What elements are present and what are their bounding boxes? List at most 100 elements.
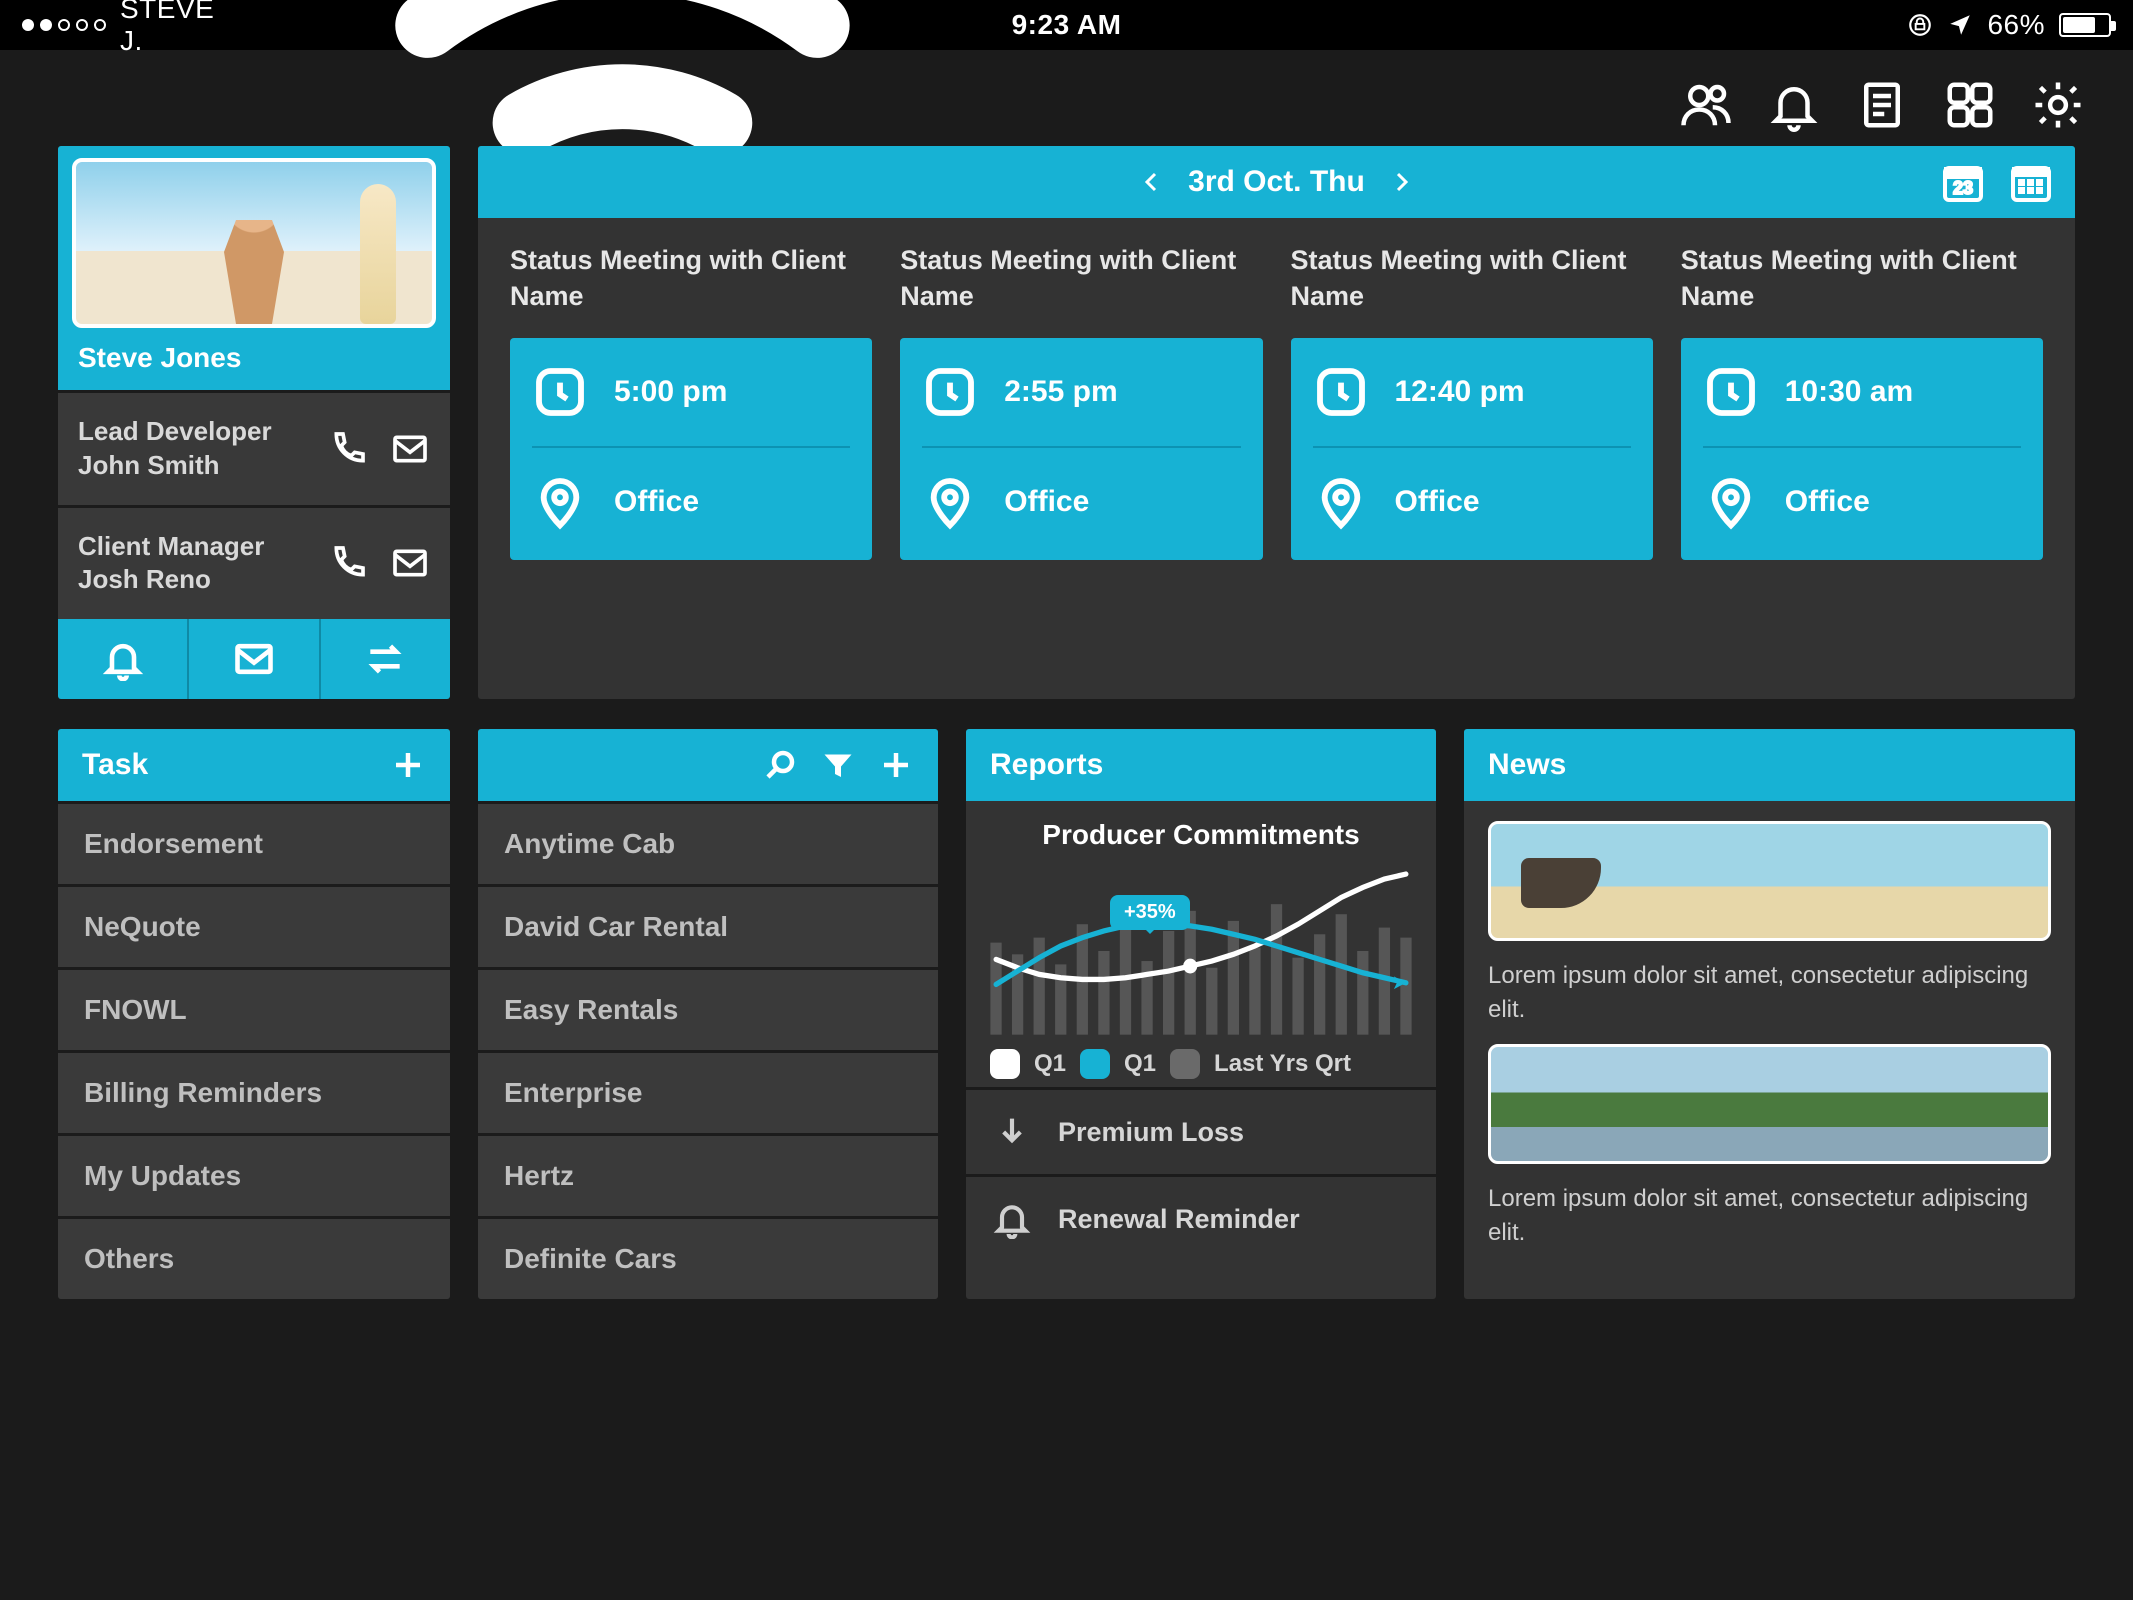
calendar-month-icon[interactable] xyxy=(2007,158,2055,206)
meeting-title: Status Meeting with Client Name xyxy=(900,242,1262,320)
location-pin-icon xyxy=(532,474,588,530)
reports-panel: Reports Producer Commitments +35% Q1 Q1 xyxy=(966,729,1436,1299)
report-row[interactable]: Premium Loss xyxy=(966,1087,1436,1174)
battery-icon xyxy=(2059,13,2111,37)
tasks-panel: Task EndorsementNeQuoteFNOWLBilling Remi… xyxy=(58,729,450,1299)
legend-swatch xyxy=(990,1049,1020,1079)
arrow-down-icon xyxy=(992,1112,1032,1152)
clock-label: 9:23 AM xyxy=(1012,9,1122,41)
search-icon[interactable] xyxy=(762,747,798,783)
profile-notifications-button[interactable] xyxy=(58,619,187,699)
meeting-time: 2:55 pm xyxy=(1004,375,1117,409)
next-day-button[interactable] xyxy=(1389,170,1413,194)
news-image-2[interactable] xyxy=(1488,1044,2051,1164)
clock-icon xyxy=(1703,364,1759,420)
location-pin-icon xyxy=(922,474,978,530)
meeting-location: Office xyxy=(1395,485,1480,519)
legend-label: Last Yrs Qrt xyxy=(1214,1050,1351,1078)
mail-icon[interactable] xyxy=(390,543,430,583)
document-icon[interactable] xyxy=(1855,78,1909,132)
legend-swatch xyxy=(1170,1049,1200,1079)
task-item[interactable]: Billing Reminders xyxy=(58,1050,450,1133)
news-caption-2: Lorem ipsum dolor sit amet, consectetur … xyxy=(1488,1182,2051,1249)
orientation-lock-icon xyxy=(1907,12,1933,38)
tasks-title: Task xyxy=(82,748,148,782)
meeting-title: Status Meeting with Client Name xyxy=(1291,242,1653,320)
client-item[interactable]: David Car Rental xyxy=(478,884,938,967)
contact-name: Josh Reno xyxy=(78,563,264,597)
contact-client-manager[interactable]: Client Manager Josh Reno xyxy=(58,505,450,620)
chart-legend: Q1 Q1 Last Yrs Qrt xyxy=(990,1049,1412,1079)
filter-icon[interactable] xyxy=(820,747,856,783)
mail-icon[interactable] xyxy=(390,429,430,469)
legend-label: Q1 xyxy=(1034,1050,1066,1078)
clock-icon xyxy=(922,364,978,420)
meeting-title: Status Meeting with Client Name xyxy=(510,242,872,320)
meeting-card[interactable]: Status Meeting with Client Name 12:40 pm… xyxy=(1279,242,1665,560)
task-item[interactable]: FNOWL xyxy=(58,967,450,1050)
settings-gear-icon[interactable] xyxy=(2031,78,2085,132)
schedule-panel: 3rd Oct. Thu 23 xyxy=(478,146,2075,699)
legend-label: Q1 xyxy=(1124,1050,1156,1078)
contact-lead-developer[interactable]: Lead Developer John Smith xyxy=(58,390,450,505)
schedule-date-label: 3rd Oct. Thu xyxy=(1188,165,1365,199)
news-panel: News Lorem ipsum dolor sit amet, consect… xyxy=(1464,729,2075,1299)
chart-delta-badge: +35% xyxy=(1110,895,1190,930)
contact-name: John Smith xyxy=(78,449,272,483)
report-row[interactable]: Renewal Reminder xyxy=(966,1174,1436,1261)
meeting-card[interactable]: Status Meeting with Client Name 10:30 am… xyxy=(1669,242,2055,560)
reports-title: Reports xyxy=(990,748,1103,782)
phone-icon[interactable] xyxy=(328,543,368,583)
calendar-day-icon[interactable]: 23 xyxy=(1939,158,1987,206)
clients-panel: Anytime CabDavid Car RentalEasy RentalsE… xyxy=(478,729,938,1299)
people-icon[interactable] xyxy=(1679,78,1733,132)
task-item[interactable]: Others xyxy=(58,1216,450,1299)
client-item[interactable]: Enterprise xyxy=(478,1050,938,1133)
meeting-card[interactable]: Status Meeting with Client Name 5:00 pm … xyxy=(498,242,884,560)
prev-day-button[interactable] xyxy=(1140,170,1164,194)
battery-pct: 66% xyxy=(1987,9,2045,41)
mail-icon xyxy=(232,637,276,681)
report-row-label: Premium Loss xyxy=(1058,1117,1244,1148)
sync-icon xyxy=(363,637,407,681)
report-row-label: Renewal Reminder xyxy=(1058,1204,1300,1235)
carrier-label: STEVE J. xyxy=(120,0,219,57)
client-item[interactable]: Hertz xyxy=(478,1133,938,1216)
task-item[interactable]: Endorsement xyxy=(58,801,450,884)
meeting-title: Status Meeting with Client Name xyxy=(1681,242,2043,320)
location-pin-icon xyxy=(1313,474,1369,530)
bell-icon[interactable] xyxy=(1767,78,1821,132)
news-image-1[interactable] xyxy=(1488,821,2051,941)
signal-dots-icon xyxy=(22,19,106,31)
profile-name: Steve Jones xyxy=(72,342,436,374)
client-item[interactable]: Definite Cars xyxy=(478,1216,938,1299)
meeting-location: Office xyxy=(1785,485,1870,519)
svg-text:23: 23 xyxy=(1953,178,1973,198)
profile-sync-button[interactable] xyxy=(319,619,450,699)
task-item[interactable]: My Updates xyxy=(58,1133,450,1216)
producer-commitments-chart[interactable]: +35% xyxy=(990,861,1412,1041)
location-icon xyxy=(1947,12,1973,38)
add-task-button[interactable] xyxy=(390,747,426,783)
reports-chart-title: Producer Commitments xyxy=(990,819,1412,851)
meeting-location: Office xyxy=(1004,485,1089,519)
meeting-card[interactable]: Status Meeting with Client Name 2:55 pm … xyxy=(888,242,1274,560)
ios-status-bar: STEVE J. 9:23 AM 66% xyxy=(0,0,2133,50)
apps-grid-icon[interactable] xyxy=(1943,78,1997,132)
meeting-time: 12:40 pm xyxy=(1395,375,1525,409)
profile-photo[interactable] xyxy=(72,158,436,328)
client-item[interactable]: Anytime Cab xyxy=(478,801,938,884)
profile-action-bar xyxy=(58,619,450,699)
news-caption-1: Lorem ipsum dolor sit amet, consectetur … xyxy=(1488,959,2051,1026)
news-title: News xyxy=(1488,748,1566,782)
legend-swatch xyxy=(1080,1049,1110,1079)
meeting-location: Office xyxy=(614,485,699,519)
profile-mail-button[interactable] xyxy=(187,619,318,699)
add-button[interactable] xyxy=(878,747,914,783)
contact-role: Client Manager xyxy=(78,530,264,564)
task-item[interactable]: NeQuote xyxy=(58,884,450,967)
client-item[interactable]: Easy Rentals xyxy=(478,967,938,1050)
phone-icon[interactable] xyxy=(328,429,368,469)
contact-role: Lead Developer xyxy=(78,415,272,449)
meeting-time: 10:30 am xyxy=(1785,375,1913,409)
